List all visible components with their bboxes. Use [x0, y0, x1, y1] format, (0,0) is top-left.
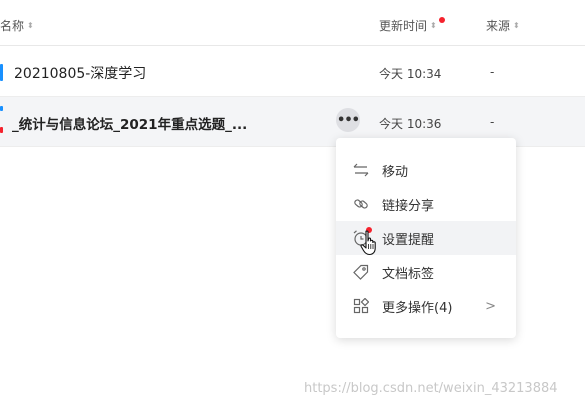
more-actions-button[interactable]: ••• [336, 108, 360, 132]
table-header: 名称 ⬍ 更新时间 ⬍ 来源 ⬍ [0, 0, 585, 46]
grid-icon [352, 297, 370, 315]
column-header-source-label: 来源 [486, 19, 511, 33]
move-icon [352, 161, 370, 179]
doc-type-marker [0, 127, 3, 133]
chevron-right-icon: > [485, 298, 496, 314]
file-name[interactable]: _统计与信息论坛_2021年重点选题_... [12, 113, 247, 133]
sort-icon[interactable]: ⬍ [27, 21, 34, 30]
menu-item-link-share[interactable]: 链接分享 [336, 187, 516, 221]
file-updated-time: 今天 10:36 [379, 117, 442, 131]
notification-dot [439, 17, 445, 23]
sort-icon[interactable]: ⬍ [513, 21, 520, 30]
column-header-name[interactable]: 名称 ⬍ [0, 17, 34, 34]
tag-icon [352, 263, 370, 281]
menu-item-label: 移动 [382, 164, 409, 180]
column-header-updated-label: 更新时间 [379, 19, 428, 33]
doc-type-marker [0, 64, 3, 81]
sort-icon[interactable]: ⬍ [430, 21, 437, 30]
column-header-source[interactable]: 来源 ⬍ [486, 17, 520, 34]
menu-item-label: 更多操作(4) [382, 300, 453, 316]
menu-item-label: 文档标签 [382, 266, 435, 282]
file-name[interactable]: 20210805-深度学习 [14, 63, 146, 83]
file-source: - [490, 115, 495, 129]
menu-item-label: 链接分享 [382, 198, 435, 214]
link-icon [352, 195, 370, 213]
file-source: - [490, 65, 495, 79]
column-header-updated[interactable]: 更新时间 ⬍ [379, 17, 437, 34]
hand-cursor-icon [360, 230, 376, 256]
watermark-text: https://blog.csdn.net/weixin_43213884 [304, 381, 558, 396]
doc-type-marker [0, 106, 3, 111]
table-row[interactable]: 20210805-深度学习 今天 10:34 - [0, 47, 585, 97]
more-icon: ••• [337, 112, 360, 128]
menu-item-move[interactable]: 移动 [336, 153, 516, 187]
column-header-name-label: 名称 [0, 19, 25, 33]
menu-item-label: 设置提醒 [382, 232, 435, 248]
menu-item-doc-tag[interactable]: 文档标签 [336, 255, 516, 289]
menu-item-more-actions[interactable]: 更多操作(4) > [336, 289, 516, 323]
file-updated-time: 今天 10:34 [379, 67, 442, 81]
